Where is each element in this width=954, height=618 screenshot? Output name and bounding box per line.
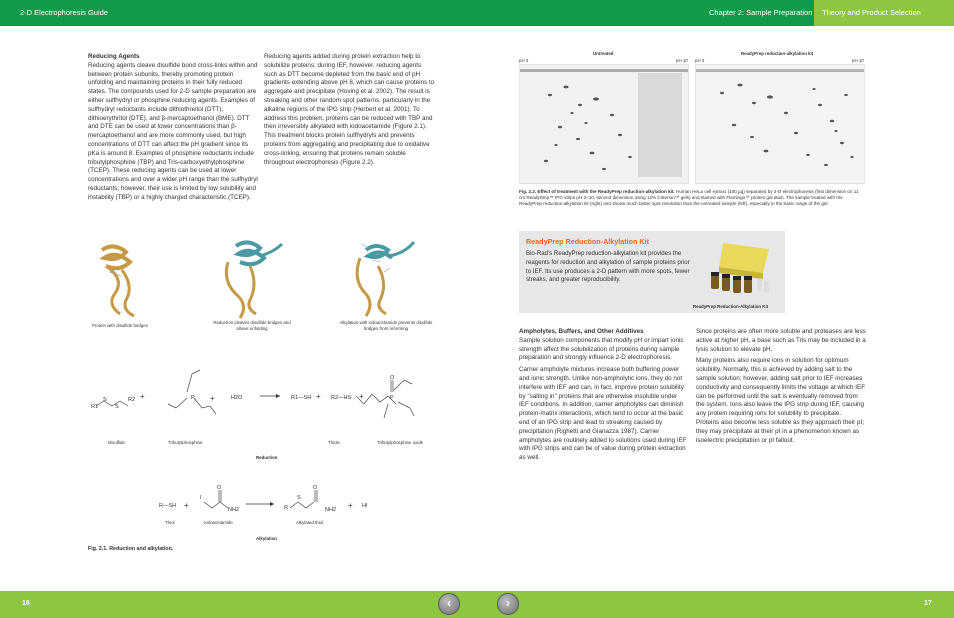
disulfide-s1: S — [103, 397, 107, 403]
kit-title: ReadyPrep Reduction-Alkylation Kit — [526, 237, 650, 246]
page-footer: 16 ‹ › 17 — [0, 591, 954, 618]
ampholytes-p2: Carrier ampholyte mixtures increase both… — [519, 366, 687, 462]
alkyl-r: R — [284, 505, 288, 511]
gel-image-untreated — [519, 64, 689, 184]
ampholytes-section: Ampholytes, Buffers, and Other Additives… — [519, 328, 687, 466]
section-tab[interactable]: Theory and Product Selection — [814, 0, 954, 26]
reduction-scheme: R1 S S R2 + P + H2O R1—SH + R2—HS + O P — [91, 369, 415, 419]
chevron-right-icon: › — [506, 596, 510, 610]
ampholytes-p3: Since proteins are often more soluble an… — [696, 328, 866, 353]
figure-2-2-caption: Fig. 2.2. Effect of treatment with the R… — [519, 189, 865, 207]
page-number-right: 17 — [924, 600, 932, 607]
ampholytes-p1: Sample solution components that modify p… — [519, 336, 684, 362]
reducing-agents-section: Reducing Agents Reducing agents cleave d… — [88, 53, 258, 206]
figure-2-1-caption: Fig. 2.1. Reduction and alkylation. — [88, 546, 174, 552]
gel-image-treated — [695, 64, 865, 184]
gel-spots-untreated — [520, 65, 688, 183]
chapter-title: Chapter 2: Sample Preparation — [709, 8, 813, 17]
alkyl-nh2: NH2 — [325, 507, 336, 513]
alkylation-scheme: R—SH + I O NH2 R S O NH2 + HI — [159, 485, 368, 513]
page-number-left: 16 — [22, 600, 30, 607]
kit-image-caption: ReadyPrep Reduction-Alkylation Kit — [693, 304, 769, 309]
previous-page-button[interactable]: ‹ — [438, 593, 460, 615]
gel2-ph10: pH 10 — [852, 58, 864, 63]
protein-fig-caption-3: Alkylation with iodoacetamide prevents d… — [339, 320, 433, 331]
plus-sign: + — [316, 392, 321, 401]
hydroiodic-acid: HI — [362, 503, 368, 509]
tbp-p: P — [191, 395, 195, 401]
next-page-button[interactable]: › — [497, 593, 519, 615]
label-alkylated-thiol: Alkylated thiol — [296, 520, 324, 525]
alkylated-protein-image — [355, 241, 416, 317]
protein-structure-figures — [99, 240, 416, 319]
alkylation-label: Alkylation — [256, 536, 277, 541]
disulfide-s2: S — [115, 404, 119, 410]
gel1-ph10: pH 10 — [676, 58, 688, 63]
label-thiols: Thiols — [328, 440, 340, 445]
alkyl-s: S — [297, 495, 301, 501]
protein-fig-caption-2: Reduction cleaves disulfide bridges and … — [213, 320, 291, 331]
chevron-left-icon: ‹ — [447, 596, 451, 610]
label-tributylphosphine: Tributylphosphine — [168, 440, 203, 445]
ampholytes-continued: Since proteins are often more soluble an… — [696, 328, 866, 448]
water: H2O — [231, 395, 243, 401]
gel-treated-title: ReadyPrep reduction-alkylation kit — [741, 51, 814, 56]
plus-sign: + — [210, 394, 215, 403]
protein-fig-caption-1: Protein with disulfide bridges — [92, 323, 148, 328]
gel1-ph3: pH 3 — [519, 58, 529, 63]
oxide-o: O — [390, 375, 395, 381]
thiol-r1sh: R1—SH — [291, 395, 311, 401]
thiol-r2hs: R2—HS — [331, 395, 352, 401]
reduced-protein-image — [224, 240, 284, 319]
gel-spots-treated — [696, 65, 864, 183]
oxide-p: P — [390, 395, 394, 401]
thiol-rsh: R—SH — [159, 503, 176, 509]
label-thiol: Thiol — [165, 520, 175, 525]
disulfide-r2: R2 — [128, 397, 135, 403]
disulfide-r1: R1 — [91, 404, 98, 410]
reducing-agents-heading: Reducing Agents — [88, 53, 140, 60]
guide-title: 2-D Electrophoresis Guide — [20, 8, 108, 17]
gel2-ph3: pH 3 — [695, 58, 705, 63]
label-disulfide: Disulfide — [108, 440, 125, 445]
iodo-nh2: NH2 — [228, 507, 239, 513]
alkyl-o: O — [313, 485, 318, 491]
plus-sign: + — [140, 392, 145, 401]
reducing-agents-continued: Reducing agents added during protein ext… — [264, 53, 436, 170]
kit-description: Bio-Rad's ReadyPrep reduction-alkylation… — [526, 250, 690, 284]
kit-callout-box: ReadyPrep Reduction-Alkylation Kit Bio-R… — [519, 231, 785, 313]
page-header: 2-D Electrophoresis Guide Chapter 2: Sam… — [0, 0, 954, 26]
figure-2-2-title: Fig. 2.2. Effect of treatment with the R… — [519, 189, 675, 194]
reduction-label: Reduction — [256, 455, 278, 460]
plus-sign: + — [359, 392, 364, 401]
reducing-agents-body: Reducing agents cleave disulfide bond cr… — [88, 61, 258, 201]
plus-sign: + — [184, 501, 189, 510]
kit-product-image — [711, 243, 769, 293]
plus-sign: + — [348, 501, 353, 510]
protein-with-disulfide-image — [99, 244, 135, 318]
iodo-o: O — [217, 485, 222, 491]
reducing-agents-continued-body: Reducing agents added during protein ext… — [264, 53, 435, 166]
ampholytes-p4: Many proteins also require ions in solut… — [696, 357, 866, 444]
ampholytes-heading: Ampholytes, Buffers, and Other Additives — [519, 328, 644, 335]
label-iodoacetamide: Iodoacetamide — [204, 520, 233, 525]
iodo-i: I — [200, 495, 202, 501]
label-tbp-oxide: Tributylphosphine oxide — [377, 440, 424, 445]
gel-untreated-title: Untreated — [593, 51, 614, 56]
